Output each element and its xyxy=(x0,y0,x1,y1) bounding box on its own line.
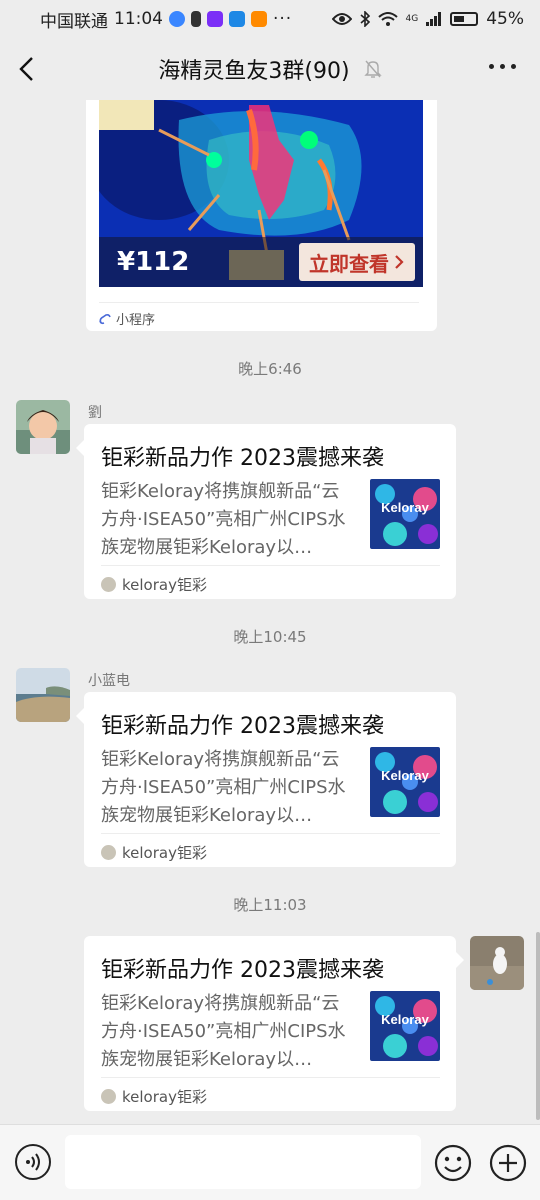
bell-off-icon xyxy=(363,60,382,78)
source-name: keloray钜彩 xyxy=(122,844,207,862)
network-type: 4G xyxy=(405,14,419,24)
cloud-app-icon xyxy=(229,11,245,27)
article-thumbnail: Keloray xyxy=(370,747,440,817)
sender-name: 小蓝电 xyxy=(88,673,130,689)
status-bar: 中国联通 11:04 ··· 4G 45% xyxy=(0,0,540,38)
wifi-icon xyxy=(377,12,398,26)
source-avatar-icon xyxy=(101,577,116,592)
source-name: keloray钜彩 xyxy=(122,576,207,594)
mini-program-label: 小程序 xyxy=(116,313,156,328)
sender-name: 劉 xyxy=(88,405,102,421)
battery-icon xyxy=(450,12,479,26)
message-input[interactable] xyxy=(65,1135,421,1189)
battery-level: 45% xyxy=(486,9,524,29)
view-now-label: 立即查看 xyxy=(309,251,389,276)
timestamp: 晚上6:46 xyxy=(238,360,302,378)
source-avatar-icon xyxy=(101,845,116,860)
avatar[interactable] xyxy=(16,400,70,454)
message-list[interactable]: ¥112 立即查看 小程序 晚上6:46 劉 钜彩新品力作 2023震撼来袭 钜… xyxy=(0,100,540,1124)
clock: 11:04 xyxy=(114,9,163,29)
price-bar: ¥112 立即查看 xyxy=(99,237,423,287)
timestamp: 晚上10:45 xyxy=(233,628,307,646)
timestamp: 晚上11:03 xyxy=(233,896,307,914)
plus-icon[interactable] xyxy=(489,1144,527,1182)
article-source: keloray钜彩 xyxy=(101,1077,440,1107)
avatar[interactable] xyxy=(16,668,70,722)
link-icon xyxy=(99,313,111,324)
alert-icon xyxy=(191,11,201,27)
my-avatar[interactable] xyxy=(470,936,524,990)
voice-icon[interactable] xyxy=(15,1144,51,1180)
mini-program-footer: 小程序 xyxy=(99,302,419,328)
thumbnail-text: Keloray xyxy=(381,1012,429,1027)
article-card[interactable]: 钜彩新品力作 2023震撼来袭 钜彩Keloray将携旗舰新品“云方舟·ISEA… xyxy=(76,424,456,599)
source-name: keloray钜彩 xyxy=(122,1088,207,1106)
article-title: 钜彩新品力作 2023震撼来袭 xyxy=(101,446,384,471)
chevron-right-icon xyxy=(395,255,404,269)
chevron-left-icon[interactable] xyxy=(16,56,38,82)
source-avatar-icon xyxy=(101,1089,116,1104)
article-source: keloray钜彩 xyxy=(101,565,440,595)
article-card[interactable]: 钜彩新品力作 2023震撼来袭 钜彩Keloray将携旗舰新品“云方舟·ISEA… xyxy=(76,692,456,867)
product-image: ¥112 立即查看 xyxy=(99,100,423,287)
input-bar xyxy=(0,1124,540,1200)
video-app-icon xyxy=(207,11,223,27)
signal-icon xyxy=(426,12,442,26)
article-card[interactable]: 钜彩新品力作 2023震撼来袭 钜彩Keloray将携旗舰新品“云方舟·ISEA… xyxy=(84,936,464,1111)
thumbnail-text: Keloray xyxy=(381,768,429,783)
thumbnail-text: Keloray xyxy=(381,500,429,515)
article-description: 钜彩Keloray将携旗舰新品“云方舟·ISEA50”亮相广州CIPS水族宠物展… xyxy=(101,993,346,1070)
article-title: 钜彩新品力作 2023震撼来袭 xyxy=(101,958,384,983)
article-description: 钜彩Keloray将携旗舰新品“云方舟·ISEA50”亮相广州CIPS水族宠物展… xyxy=(101,481,346,558)
chat-title: 海精灵鱼友3群(90) xyxy=(158,59,350,84)
chat-header: 海精灵鱼友3群(90) xyxy=(0,38,540,100)
carrier-label: 中国联通 xyxy=(40,11,108,32)
article-title: 钜彩新品力作 2023震撼来袭 xyxy=(101,714,384,739)
shield-icon xyxy=(169,11,185,27)
bluetooth-icon xyxy=(359,11,370,27)
article-description: 钜彩Keloray将携旗舰新品“云方舟·ISEA50”亮相广州CIPS水族宠物展… xyxy=(101,749,346,826)
eye-icon xyxy=(331,13,352,25)
play-app-icon xyxy=(251,11,267,27)
price-label: ¥112 xyxy=(117,247,190,277)
scrollbar[interactable] xyxy=(536,932,540,1120)
more-notifications: ··· xyxy=(273,9,293,29)
article-thumbnail: Keloray xyxy=(370,479,440,549)
ellipsis-icon[interactable] xyxy=(489,64,516,69)
article-thumbnail: Keloray xyxy=(370,991,440,1061)
mini-program-card[interactable]: ¥112 立即查看 小程序 xyxy=(86,100,437,331)
emoji-icon[interactable] xyxy=(434,1144,472,1182)
article-source: keloray钜彩 xyxy=(101,833,440,863)
view-now-button[interactable]: 立即查看 xyxy=(299,243,415,281)
